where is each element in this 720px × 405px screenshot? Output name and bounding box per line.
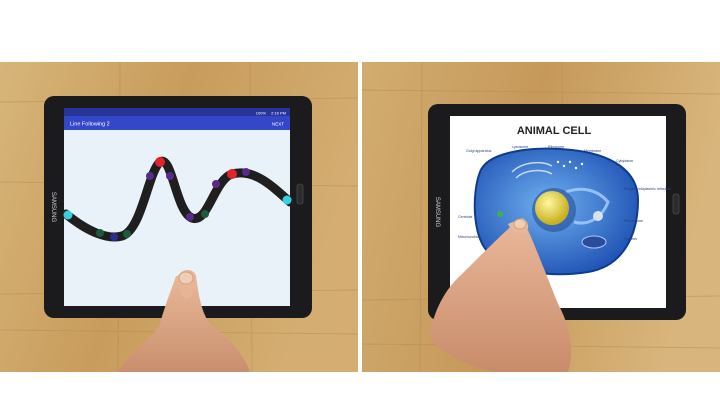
label-golgi: Golgi apparatus (466, 149, 492, 153)
track-dot-blue (110, 233, 118, 241)
app-title: Line Following 2 (70, 122, 110, 128)
label-peroxisome: Peroxisome (624, 219, 643, 223)
track-dot-purple (186, 213, 194, 221)
centriole (497, 211, 503, 217)
right-photo: SAMSUNG ANIMAL CELL Golgi apparatus Lyso… (362, 62, 720, 372)
status-time: 2:16 PM (271, 111, 286, 116)
status-battery: 100% (256, 111, 267, 116)
track-dot-red (155, 157, 165, 167)
label-cytoplasm: Cytoplasm (616, 159, 633, 163)
track-dot-purple (146, 172, 154, 180)
track-start-marker (63, 210, 73, 220)
left-photo: SAMSUNG 2:16 PM 100% Line Following 2 NE… (0, 62, 358, 372)
nucleus (535, 191, 569, 225)
peroxisome (593, 211, 603, 221)
label-nucleus: Nucleus (624, 237, 637, 241)
left-photo-svg: SAMSUNG 2:16 PM 100% Line Following 2 NE… (0, 62, 358, 372)
label-lysosome: Lysosome (512, 145, 528, 149)
mitochondrion (581, 235, 607, 249)
label-membrane: Membrane (584, 149, 601, 153)
fingertip (513, 218, 527, 230)
label-ribosome: Ribosome (548, 145, 564, 149)
track-dot-green (123, 230, 131, 238)
track-dot-purple (242, 168, 250, 176)
right-photo-svg: SAMSUNG ANIMAL CELL Golgi apparatus Lyso… (362, 62, 720, 372)
track-dot-green (201, 210, 209, 218)
track-end-marker (282, 195, 292, 205)
label-centriole: Centriole (458, 215, 472, 219)
label-rough-er: Rough endoplasmic reticulum (624, 187, 671, 191)
fingertip (178, 271, 194, 285)
poster-title: ANIMAL CELL (517, 125, 592, 137)
track-dot-purple (166, 172, 174, 180)
home-button[interactable] (296, 183, 304, 205)
label-mitochondrion: Mitochondrion (458, 235, 481, 239)
track-dot-green (96, 229, 104, 237)
track-dot-red (227, 169, 237, 179)
home-button[interactable] (672, 193, 680, 215)
next-button[interactable]: NEXT (272, 122, 284, 127)
brand-label: SAMSUNG (434, 197, 440, 228)
brand-label: SAMSUNG (50, 192, 56, 223)
track-dot-purple (212, 180, 220, 188)
